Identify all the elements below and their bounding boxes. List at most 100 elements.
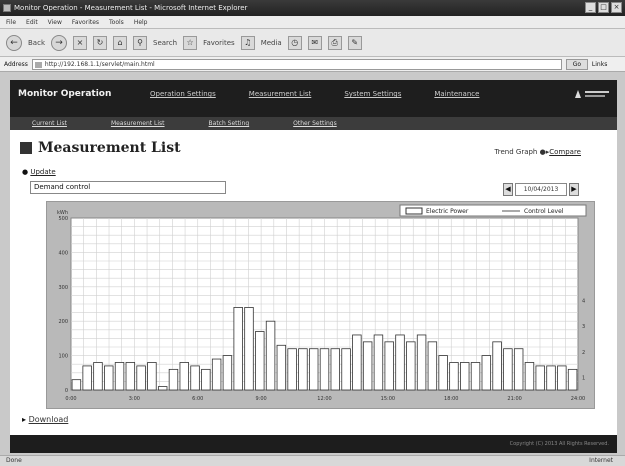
nav-system-settings[interactable]: System Settings xyxy=(344,90,401,98)
forward-arrow-icon[interactable]: → xyxy=(51,34,67,51)
app-brand: Monitor Operation xyxy=(18,89,112,99)
footer: Copyright (C) 2013 All Rights Reserved. xyxy=(10,435,617,453)
subnav-batch-setting[interactable]: Batch Setting xyxy=(209,120,250,127)
menu-favorites[interactable]: Favorites xyxy=(72,19,99,26)
menu-tools[interactable]: Tools xyxy=(109,19,124,26)
window-controls: _ □ × xyxy=(585,2,622,13)
y2-tick-label: 4 xyxy=(582,298,585,304)
y-axis-label: kWh xyxy=(57,210,68,216)
download-link[interactable]: Download xyxy=(29,415,69,424)
window-titlebar: Monitor Operation - Measurement List - M… xyxy=(0,0,625,16)
subnav-current-list[interactable]: Current List xyxy=(32,120,67,127)
nav-measurement-list[interactable]: Measurement List xyxy=(249,90,312,98)
search-label[interactable]: Search xyxy=(153,39,177,47)
chart-svg: 500 400 300 200 100 0 kWh 4 3 2 1 0:00 3:00 6:00 9:00 1… xyxy=(57,204,587,402)
maximize-icon[interactable]: □ xyxy=(598,2,609,13)
address-value: http://192.168.1.1/servlet/main.html xyxy=(44,60,155,68)
menu-bar: File Edit View Favorites Tools Help xyxy=(0,16,625,29)
bar-electric-power xyxy=(265,320,276,391)
update-control: ● Update xyxy=(22,168,56,176)
stop-icon[interactable]: × xyxy=(73,35,87,50)
x-tick-label: 12:00 xyxy=(317,396,331,402)
edit-icon[interactable]: ✎ xyxy=(347,35,362,50)
menu-help[interactable]: Help xyxy=(134,19,148,26)
bar-electric-power xyxy=(136,365,146,391)
date-field[interactable]: 10/04/2013 xyxy=(515,183,567,196)
trend-graph-control: Trend Graph ●▸Compare xyxy=(495,148,581,156)
bar-electric-power xyxy=(373,334,384,391)
back-label[interactable]: Back xyxy=(28,39,45,47)
main-nav: Operation Settings Measurement List Syst… xyxy=(150,90,479,98)
y2-tick-label: 3 xyxy=(582,324,585,330)
bullet-icon: ● xyxy=(22,168,29,176)
history-icon[interactable]: ◷ xyxy=(287,35,302,50)
bar-electric-power xyxy=(546,365,556,391)
menu-view[interactable]: View xyxy=(48,19,62,26)
legend-swatch-electric-power xyxy=(405,207,423,215)
go-button[interactable]: Go xyxy=(565,58,588,70)
bar-electric-power xyxy=(211,358,222,391)
bar-electric-power xyxy=(157,386,168,391)
search-icon[interactable]: ⚲ xyxy=(133,35,147,50)
y-tick-label: 500 xyxy=(58,216,68,222)
x-tick-label: 18:00 xyxy=(444,396,458,402)
y-tick-label: 200 xyxy=(58,319,68,325)
download-control: ▸ Download xyxy=(22,415,68,424)
back-arrow-icon[interactable]: ← xyxy=(6,34,22,51)
bar-electric-power xyxy=(362,341,373,391)
status-text: Done xyxy=(6,457,22,464)
bar-electric-power xyxy=(352,334,362,391)
minimize-icon[interactable]: _ xyxy=(585,2,596,13)
x-tick-label: 6:00 xyxy=(192,396,203,402)
internet-zone: Internet xyxy=(589,457,613,464)
legend-label-electric-power: Electric Power xyxy=(426,208,469,215)
address-input[interactable]: http://192.168.1.1/servlet/main.html xyxy=(31,58,562,70)
trend-graph-label: Trend Graph xyxy=(494,148,538,156)
favorites-label[interactable]: Favorites xyxy=(203,39,235,47)
address-label: Address xyxy=(4,60,28,68)
home-icon[interactable]: ⌂ xyxy=(113,35,127,50)
triangle-icon: ▸ xyxy=(22,415,27,424)
mail-icon[interactable]: ✉ xyxy=(307,35,322,50)
page-title: Measurement List xyxy=(38,140,181,156)
bar-electric-power xyxy=(201,368,211,391)
bar-electric-power xyxy=(308,348,319,391)
bar-electric-power xyxy=(416,334,427,391)
media-label[interactable]: Media xyxy=(261,39,282,47)
y-tick-label: 100 xyxy=(58,354,68,360)
bar-electric-power xyxy=(395,334,405,391)
x-tick-label: 24:00 xyxy=(571,396,585,402)
links-label[interactable]: Links xyxy=(592,61,607,68)
browser-icon xyxy=(3,4,11,12)
x-tick-label: 15:00 xyxy=(381,396,395,402)
bar-electric-power xyxy=(470,362,481,391)
favorites-star-icon[interactable]: ☆ xyxy=(183,35,198,50)
x-tick-label: 21:00 xyxy=(507,396,521,402)
prev-date-icon[interactable]: ◀ xyxy=(503,183,513,196)
update-link[interactable]: Update xyxy=(30,168,55,176)
subnav-other-settings[interactable]: Other Settings xyxy=(293,120,337,127)
bar-electric-power xyxy=(82,365,92,391)
menu-file[interactable]: File xyxy=(6,19,16,26)
nav-maintenance[interactable]: Maintenance xyxy=(434,90,479,98)
bar-electric-power xyxy=(492,341,502,391)
nav-operation-settings[interactable]: Operation Settings xyxy=(150,90,216,98)
legend-label-control-level: Control Level xyxy=(524,208,564,215)
print-icon[interactable]: ⎙ xyxy=(327,35,342,50)
main-content: Measurement List Trend Graph ●▸Compare ●… xyxy=(10,130,617,435)
menu-edit[interactable]: Edit xyxy=(26,19,38,26)
item-select[interactable]: Demand control xyxy=(30,181,226,194)
refresh-icon[interactable]: ↻ xyxy=(93,35,107,50)
address-bar: Address http://192.168.1.1/servlet/main.… xyxy=(0,57,625,72)
y-tick-label: 300 xyxy=(58,285,68,291)
bar-electric-power xyxy=(406,341,416,391)
close-icon[interactable]: × xyxy=(611,2,622,13)
subnav-measurement-list[interactable]: Measurement List xyxy=(111,120,165,127)
x-tick-label: 0:00 xyxy=(65,396,76,402)
media-icon[interactable]: ♫ xyxy=(240,35,255,50)
next-date-icon[interactable]: ▶ xyxy=(569,183,579,196)
bar-electric-power xyxy=(330,348,341,391)
bar-electric-power xyxy=(114,362,125,391)
compare-link[interactable]: Compare xyxy=(549,148,581,156)
bar-electric-power xyxy=(168,368,179,391)
